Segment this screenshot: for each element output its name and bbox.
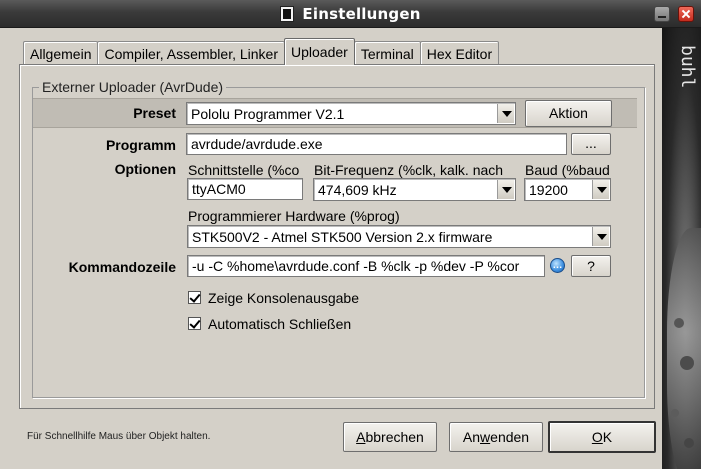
tab-allgemein[interactable]: Allgemein bbox=[23, 41, 99, 65]
tab-hex-editor[interactable]: Hex Editor bbox=[419, 41, 500, 65]
zeige-konsolenausgabe-checkbox[interactable] bbox=[188, 291, 201, 304]
chevron-down-icon[interactable] bbox=[592, 180, 609, 199]
hardware-value: STK500V2 - Atmel STK500 Version 2.x firm… bbox=[192, 229, 493, 245]
window-title: Einstellungen bbox=[302, 5, 421, 23]
zeige-konsolenausgabe-label[interactable]: Zeige Konsolenausgabe bbox=[208, 290, 359, 306]
browse-button[interactable]: ... bbox=[571, 133, 611, 155]
baud-select[interactable]: 19200 bbox=[524, 178, 611, 201]
quickhelp-hint: Für Schnellhilfe Maus über Objekt halten… bbox=[27, 431, 211, 442]
app-icon bbox=[280, 6, 295, 22]
bitfrequenz-label: Bit-Frequenz (%clk, kalk. nach bbox=[314, 162, 504, 178]
help-button[interactable]: ? bbox=[571, 255, 611, 277]
preset-label: Preset bbox=[133, 105, 176, 121]
bitfrequenz-select[interactable]: 474,609 kHz bbox=[313, 178, 516, 201]
tab-terminal[interactable]: Terminal bbox=[353, 41, 421, 65]
optionen-label: Optionen bbox=[114, 161, 176, 177]
schnittstelle-field[interactable]: ttyACM0 bbox=[187, 178, 303, 200]
title-bar[interactable]: Einstellungen bbox=[0, 0, 701, 28]
automatisch-schliessen-checkbox[interactable] bbox=[188, 317, 201, 330]
kommandozeile-label: Kommandozeile bbox=[68, 259, 176, 275]
automatisch-schliessen-label[interactable]: Automatisch Schließen bbox=[208, 316, 351, 332]
tab-bar: Allgemein Compiler, Assembler, Linker Up… bbox=[23, 38, 500, 65]
programm-field[interactable]: avrdude/avrdude.exe bbox=[186, 133, 567, 155]
chevron-down-icon[interactable] bbox=[497, 104, 514, 123]
info-icon[interactable]: … bbox=[550, 258, 565, 273]
hardware-select[interactable]: STK500V2 - Atmel STK500 Version 2.x firm… bbox=[187, 225, 611, 248]
kommandozeile-field[interactable]: -u -C %home\avrdude.conf -B %clk -p %dev… bbox=[187, 255, 545, 277]
action-button[interactable]: Aktion bbox=[525, 100, 612, 127]
preset-value: Pololu Programmer V2.1 bbox=[191, 106, 345, 122]
chevron-down-icon[interactable] bbox=[497, 180, 514, 199]
ok-button[interactable]: OK bbox=[548, 421, 656, 453]
baud-value: 19200 bbox=[529, 182, 568, 198]
hardware-label: Programmierer Hardware (%prog) bbox=[188, 208, 400, 224]
chevron-down-icon[interactable] bbox=[592, 227, 609, 246]
minimize-button[interactable] bbox=[654, 6, 670, 22]
baud-label: Baud (%baud bbox=[525, 162, 610, 178]
preset-select[interactable]: Pololu Programmer V2.1 bbox=[186, 102, 516, 125]
bitfrequenz-value: 474,609 kHz bbox=[318, 182, 397, 198]
tab-compiler[interactable]: Compiler, Assembler, Linker bbox=[97, 41, 286, 65]
group-title: Externer Uploader (AvrDude) bbox=[39, 79, 227, 95]
programm-label: Programm bbox=[105, 137, 176, 153]
apply-button[interactable]: Anwenden bbox=[449, 422, 543, 452]
close-button[interactable] bbox=[678, 6, 694, 22]
brand-logo: buhl bbox=[677, 45, 698, 89]
tab-uploader[interactable]: Uploader bbox=[284, 38, 355, 65]
cancel-button[interactable]: Abbrechen bbox=[343, 422, 437, 452]
schnittstelle-label: Schnittstelle (%co bbox=[188, 162, 300, 178]
